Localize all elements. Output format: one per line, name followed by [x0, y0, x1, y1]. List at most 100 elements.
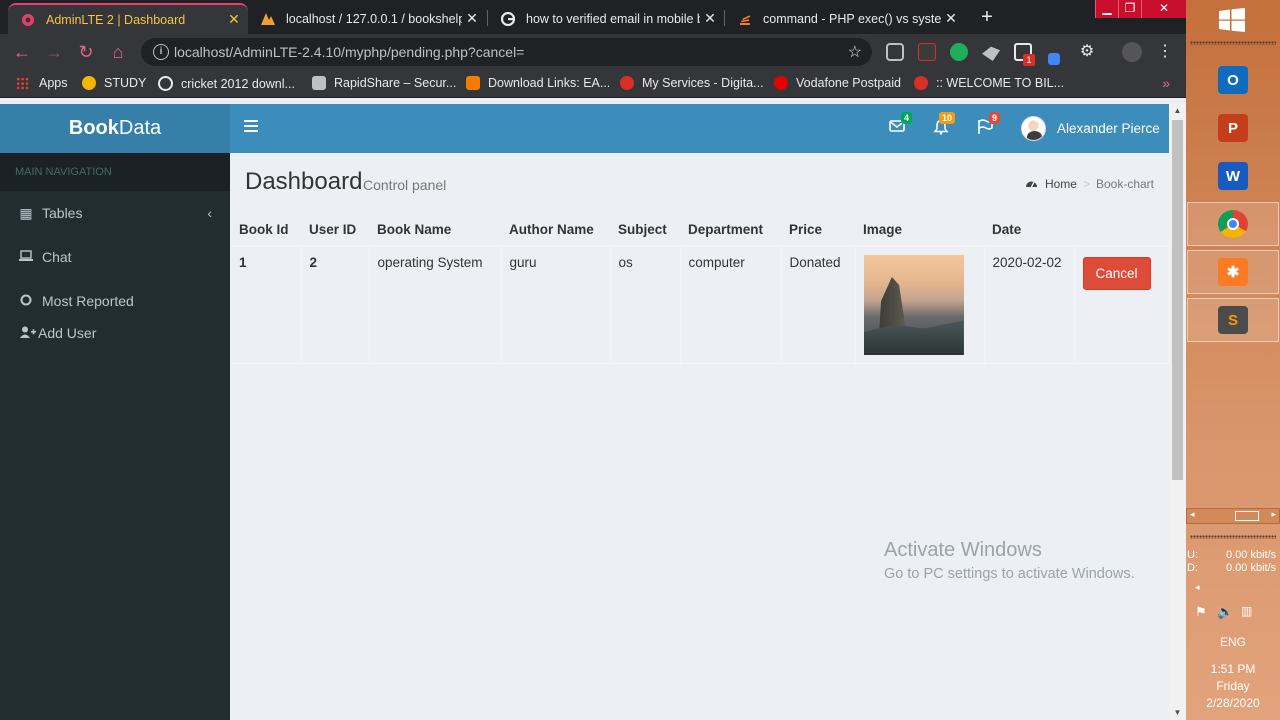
- tab-adminlte[interactable]: AdminLTE 2 | Dashboard ✕: [8, 3, 248, 34]
- sublime-text-icon: S: [1218, 306, 1248, 334]
- content-header: Dashboard Control panel Home > Book-char…: [230, 153, 1169, 203]
- bookmark-welcome[interactable]: :: WELCOME TO BIL...: [914, 76, 1064, 90]
- scroll-right-icon: ▸: [1271, 509, 1276, 519]
- taskbar-chrome[interactable]: [1187, 202, 1279, 246]
- google-favicon-icon: [500, 11, 516, 27]
- extension-pdf-icon[interactable]: [918, 43, 936, 61]
- cell-date: 2020-02-02: [984, 246, 1075, 364]
- tab-google-search[interactable]: how to verified email in mobile b ✕: [488, 3, 724, 34]
- home-icon[interactable]: ⌂: [108, 42, 128, 62]
- window-controls: ▁ ❐ ✕: [1095, 0, 1186, 18]
- sidebar-item-add-user[interactable]: Add User: [0, 311, 230, 355]
- start-button[interactable]: [1186, 0, 1280, 40]
- tab-stackoverflow[interactable]: command - PHP exec() vs system ✕: [725, 3, 965, 34]
- browser-window: AdminLTE 2 | Dashboard ✕ localhost / 127…: [0, 0, 1186, 720]
- user-name[interactable]: Alexander Pierce: [1057, 121, 1160, 136]
- extension-lightbulb-icon[interactable]: [886, 43, 904, 61]
- bookmark-cricket[interactable]: cricket 2012 downl...: [158, 76, 295, 91]
- bookmark-download-links[interactable]: Download Links: EA...: [466, 76, 610, 90]
- taskbar-scrollbar[interactable]: ◂ ▸: [1186, 508, 1280, 524]
- close-tab-icon[interactable]: ✕: [224, 11, 244, 28]
- taskbar-grip: [1190, 535, 1276, 539]
- scroll-down-icon[interactable]: ▼: [1169, 706, 1186, 720]
- minimize-icon[interactable]: ▁: [1095, 0, 1118, 18]
- profile-avatar-icon[interactable]: [1122, 42, 1142, 62]
- scrollbar-thumb[interactable]: [1172, 120, 1183, 480]
- cell-department: computer: [680, 246, 782, 364]
- close-tab-icon[interactable]: ✕: [462, 10, 482, 27]
- url-text: localhost/AdminLTE-2.4.10/myphp/pending.…: [174, 44, 525, 60]
- more-bookmarks-icon[interactable]: »: [1162, 75, 1170, 91]
- extension-bird-icon[interactable]: [982, 46, 1000, 61]
- tab-title: localhost / 127.0.0.1 / bookshelp: [286, 11, 462, 26]
- reload-icon[interactable]: ↻: [76, 42, 96, 62]
- window-close-icon[interactable]: ✕: [1141, 0, 1186, 18]
- taskbar-word[interactable]: W: [1187, 154, 1279, 198]
- close-tab-icon[interactable]: ✕: [941, 10, 961, 27]
- volume-icon[interactable]: 🔈: [1217, 604, 1233, 620]
- bookmark-my-services[interactable]: My Services - Digita...: [620, 76, 764, 90]
- clock-time[interactable]: 1:51 PM: [1186, 662, 1280, 676]
- breadcrumb-separator: >: [1082, 177, 1090, 191]
- extension-gear-icon[interactable]: ⚙: [1078, 43, 1096, 61]
- rapidshare-favicon-icon: [312, 76, 326, 90]
- windows-taskbar: O P W ✱ S ◂ ▸ U: 0.00 kbit/s D: 0.00 kbi…: [1186, 0, 1280, 720]
- bookmark-label: RapidShare – Secur...: [334, 76, 457, 90]
- cancel-button[interactable]: Cancel: [1082, 257, 1151, 290]
- sidebar-item-label: Most Reported: [42, 293, 134, 309]
- language-indicator[interactable]: ENG: [1186, 635, 1280, 649]
- laptop-icon: [18, 249, 34, 265]
- bookmark-apps[interactable]: Apps: [16, 76, 68, 90]
- close-tab-icon[interactable]: ✕: [700, 10, 720, 27]
- browser-toolbar: ← → ↻ ⌂ i localhost/AdminLTE-2.4.10/myph…: [0, 34, 1186, 70]
- taskbar-powerpoint[interactable]: P: [1187, 106, 1279, 150]
- bookmark-label: STUDY: [104, 76, 147, 90]
- activate-windows-watermark: Activate Windows Go to PC settings to ac…: [884, 539, 1135, 582]
- user-plus-icon: [20, 325, 36, 341]
- taskbar-xampp[interactable]: ✱: [1187, 250, 1279, 294]
- cell-book-id: 1: [231, 246, 302, 364]
- tab-phpmyadmin[interactable]: localhost / 127.0.0.1 / bookshelp ✕: [248, 3, 486, 34]
- circle-icon: [18, 293, 34, 309]
- taskbar-outlook[interactable]: O: [1187, 58, 1279, 102]
- page-scrollbar[interactable]: ▲ ▼: [1169, 104, 1186, 720]
- sidebar-toggle-icon[interactable]: [244, 120, 258, 134]
- stackoverflow-favicon-icon: [737, 11, 753, 27]
- action-column-header: [1074, 214, 1168, 247]
- bookmark-vodafone[interactable]: Vodafone Postpaid: [774, 76, 901, 90]
- restore-icon[interactable]: ❐: [1118, 0, 1141, 18]
- tray-expand-icon[interactable]: ◂: [1195, 582, 1200, 593]
- new-tab-button[interactable]: +: [977, 6, 997, 29]
- taskbar-sublime[interactable]: S: [1187, 298, 1279, 342]
- extension-pen-icon[interactable]: [1048, 53, 1060, 65]
- column-header: User ID: [301, 214, 369, 247]
- bookmark-rapidshare[interactable]: RapidShare – Secur...: [312, 76, 456, 90]
- app-logo[interactable]: BookData: [0, 104, 230, 153]
- scroll-up-icon[interactable]: ▲: [1169, 104, 1186, 118]
- sidebar-item-label: Tables: [42, 205, 83, 221]
- sidebar-item-tables[interactable]: ▦ Tables ‹: [0, 191, 230, 235]
- address-bar[interactable]: i localhost/AdminLTE-2.4.10/myphp/pendin…: [141, 38, 872, 66]
- bookmark-label: My Services - Digita...: [642, 76, 764, 90]
- network-icon[interactable]: ▥: [1241, 604, 1252, 618]
- page-title: Dashboard: [245, 168, 363, 195]
- action-center-flag-icon[interactable]: ⚑: [1195, 604, 1207, 620]
- site-info-icon[interactable]: i: [153, 44, 169, 60]
- logo-rest: Data: [118, 117, 162, 139]
- forward-arrow-icon[interactable]: →: [44, 42, 64, 62]
- breadcrumb-home-link[interactable]: Home: [1045, 177, 1077, 191]
- column-header: Author Name: [501, 214, 610, 247]
- clock-day: Friday: [1216, 679, 1250, 693]
- taskbar-scroll-thumb[interactable]: [1235, 511, 1259, 521]
- sidebar-item-chat[interactable]: Chat: [0, 235, 230, 279]
- dashboard-icon: [1025, 177, 1038, 191]
- powerpoint-icon: P: [1218, 114, 1248, 142]
- extension-green-icon[interactable]: [950, 43, 968, 61]
- menu-kebab-icon[interactable]: ⋮: [1156, 43, 1174, 61]
- back-arrow-icon[interactable]: ←: [12, 42, 32, 62]
- study-favicon-icon: [82, 76, 96, 90]
- user-avatar[interactable]: [1021, 116, 1046, 141]
- bookmark-study[interactable]: STUDY: [82, 76, 146, 90]
- bookmark-star-icon[interactable]: ☆: [848, 42, 862, 62]
- top-navbar: 4 10 9 Alexander Pierce: [230, 104, 1169, 153]
